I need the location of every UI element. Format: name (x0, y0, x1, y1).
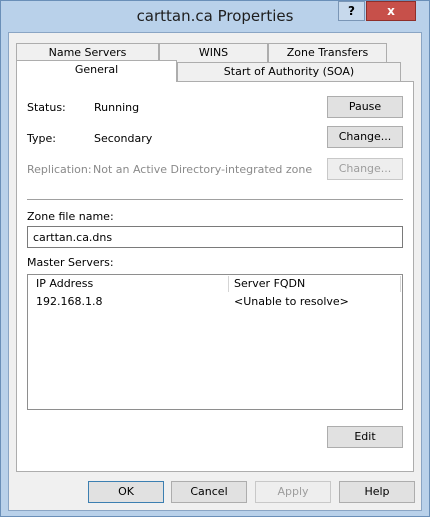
close-button[interactable]: x (366, 1, 416, 21)
master-servers-label: Master Servers: (27, 256, 114, 269)
type-label: Type: (27, 132, 56, 145)
tab-zone-transfers[interactable]: Zone Transfers (268, 43, 387, 62)
section-divider (27, 199, 403, 200)
table-row[interactable]: 192.168.1.8 <Unable to resolve> (28, 294, 402, 310)
replication-label: Replication: (27, 163, 92, 176)
properties-dialog: carttan.ca Properties ? x Name Servers W… (0, 0, 430, 517)
master-servers-list[interactable]: IP Address Server FQDN 192.168.1.8 <Unab… (27, 274, 403, 410)
column-divider (400, 276, 401, 292)
help-title-button[interactable]: ? (338, 1, 365, 21)
title-bar: carttan.ca Properties ? x (1, 1, 429, 32)
status-value: Running (94, 101, 140, 114)
row-server-fqdn: <Unable to resolve> (234, 295, 349, 308)
general-tab-panel: Status: Running Pause Type: Secondary Ch… (16, 81, 414, 472)
column-header-server-fqdn[interactable]: Server FQDN (230, 275, 384, 292)
column-header-ip-address[interactable]: IP Address (32, 275, 226, 292)
replication-value: Not an Active Directory-integrated zone (93, 163, 313, 176)
zone-file-label: Zone file name: (27, 210, 114, 223)
column-divider (228, 276, 229, 292)
dialog-client: Name Servers WINS Zone Transfers General… (8, 32, 422, 511)
apply-button[interactable]: Apply (255, 481, 331, 503)
row-ip-address: 192.168.1.8 (36, 295, 103, 308)
type-value: Secondary (94, 132, 153, 145)
pause-button[interactable]: Pause (327, 96, 403, 118)
zone-file-input[interactable]: carttan.ca.dns (27, 226, 403, 248)
tab-general[interactable]: General (16, 60, 177, 82)
replication-change-button[interactable]: Change... (327, 158, 403, 180)
type-change-button[interactable]: Change... (327, 126, 403, 148)
status-label: Status: (27, 101, 66, 114)
edit-button[interactable]: Edit (327, 426, 403, 448)
cancel-button[interactable]: Cancel (171, 481, 247, 503)
help-button[interactable]: Help (339, 481, 415, 503)
tab-start-of-authority[interactable]: Start of Authority (SOA) (177, 62, 401, 81)
ok-button[interactable]: OK (88, 481, 164, 503)
